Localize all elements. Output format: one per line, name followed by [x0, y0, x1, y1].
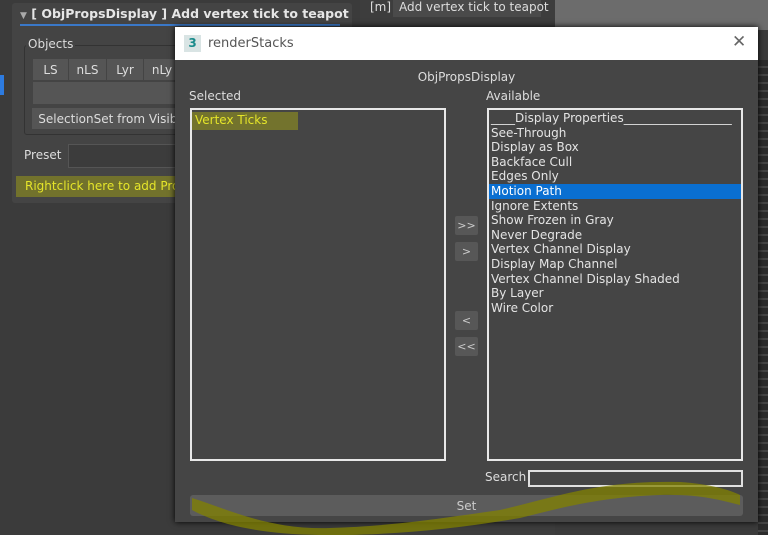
- search-label: Search: [485, 470, 527, 484]
- list-item[interactable]: Show Frozen in Gray: [489, 213, 741, 228]
- macro-item[interactable]: Add vertex tick to teapot: [393, 0, 549, 17]
- lyr-button[interactable]: Lyr: [107, 59, 143, 80]
- list-item[interactable]: Display Map Channel: [489, 257, 741, 272]
- viewport: [555, 0, 768, 30]
- list-item[interactable]: Backface Cull: [489, 155, 741, 170]
- preset-label: Preset: [24, 148, 62, 162]
- list-item[interactable]: Wire Color: [489, 301, 741, 316]
- selected-label: Selected: [189, 89, 242, 103]
- rollout-title: [ ObjPropsDisplay ] Add vertex tick to t…: [31, 6, 349, 21]
- available-label: Available: [486, 89, 541, 103]
- available-list[interactable]: ____Display Properties__________________…: [487, 108, 743, 461]
- list-item[interactable]: Display as Box: [489, 140, 741, 155]
- selectionset-button[interactable]: SelectionSet from Visibl: [32, 108, 187, 129]
- remove-all-button[interactable]: <<: [455, 337, 478, 356]
- viewport-grid: [758, 60, 768, 535]
- selection-dropdown[interactable]: [33, 82, 183, 104]
- list-item[interactable]: By Layer: [489, 286, 741, 301]
- render-stacks-dialog: 3 renderStacks ✕ ObjPropsDisplay Selecte…: [175, 27, 758, 522]
- left-edge-indicator: [0, 75, 4, 95]
- m-label: [m]: [370, 0, 392, 14]
- rollout-header[interactable]: ▼ [ ObjPropsDisplay ] Add vertex tick to…: [20, 6, 349, 26]
- list-item[interactable]: See-Through: [489, 126, 741, 141]
- list-item[interactable]: Never Degrade: [489, 228, 741, 243]
- preset-dropdown[interactable]: [68, 144, 188, 168]
- add-button[interactable]: >: [455, 242, 478, 261]
- dialog-heading: ObjPropsDisplay: [417, 70, 516, 84]
- list-item[interactable]: ____Display Properties__________________: [489, 111, 741, 126]
- list-item[interactable]: Vertex Channel Display: [489, 242, 741, 257]
- ls-button[interactable]: LS: [33, 59, 68, 80]
- close-icon[interactable]: ✕: [732, 32, 746, 52]
- nls-button[interactable]: nLS: [69, 59, 106, 80]
- list-item[interactable]: Vertex Channel Display Shaded: [489, 272, 741, 287]
- set-button[interactable]: Set: [190, 495, 743, 516]
- list-item[interactable]: Motion Path: [489, 183, 741, 199]
- add-property-hint[interactable]: Rightclick here to add Prope: [16, 176, 176, 197]
- add-all-button[interactable]: >>: [455, 216, 478, 235]
- app-icon: 3: [184, 35, 201, 52]
- list-item[interactable]: Vertex Ticks: [192, 112, 298, 130]
- search-input[interactable]: [528, 470, 743, 487]
- dialog-title: renderStacks: [208, 36, 294, 51]
- objects-label: Objects: [26, 37, 76, 51]
- selected-list[interactable]: Vertex Ticks: [190, 108, 446, 461]
- remove-button[interactable]: <: [455, 311, 478, 330]
- title-bar: 3 renderStacks ✕: [175, 27, 758, 60]
- list-item[interactable]: Ignore Extents: [489, 199, 741, 214]
- list-item[interactable]: Edges Only: [489, 169, 741, 184]
